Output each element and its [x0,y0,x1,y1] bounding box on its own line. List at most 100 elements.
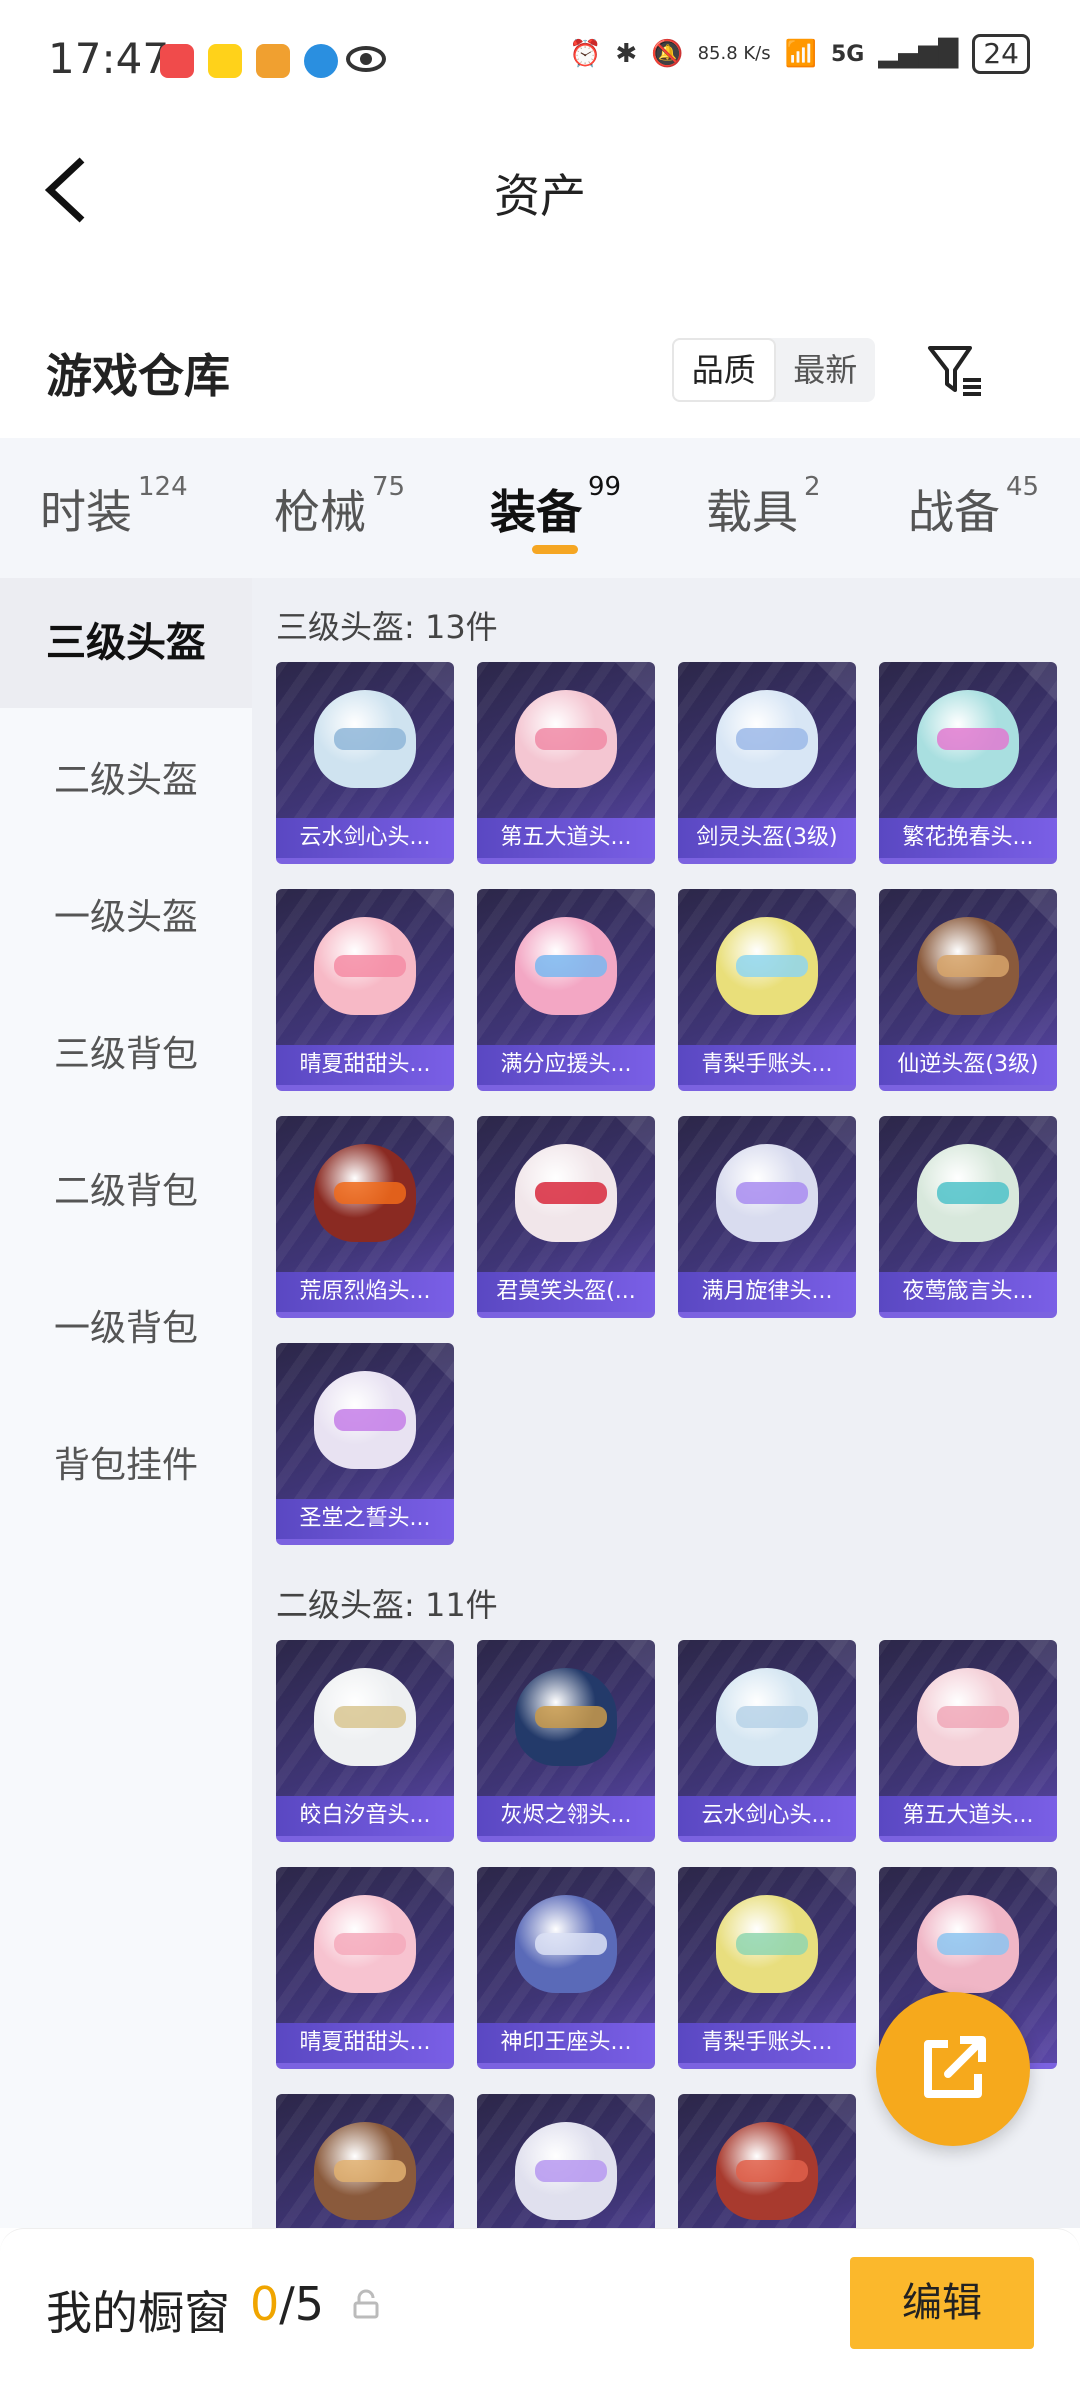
item-name: 青梨手账头... [678,1045,856,1085]
bottom-bar: 我的橱窗 0/5 编辑 [0,2228,1080,2383]
item-card[interactable] [477,2094,655,2228]
share-icon [924,2036,986,2098]
sort-toggle: 品质 最新 [672,338,875,402]
item-card[interactable]: 皎白汐音头... [276,1640,454,1842]
item-card[interactable]: 第五大道头... [879,1640,1057,1842]
item-grid-area: 三级头盔: 13件 云水剑心头... 第五大道头... 剑灵头盔(3级) 繁花挽春头.… [252,578,1080,2228]
status-time: 17:47 [48,34,170,83]
bluetooth-icon: ✱ [615,39,638,69]
item-card[interactable]: 夜莺箴言头... [879,1116,1057,1318]
sort-quality-option[interactable]: 品质 [672,338,776,402]
card-corner [816,662,856,702]
item-card[interactable]: 剑灵头盔(3级) [678,662,856,864]
section-title: 二级头盔: 11件 [276,1586,498,1624]
item-name: 荒原烈焰头... [276,1272,454,1312]
orange-app-icon [256,44,290,78]
alarm-icon: ⏰ [569,39,602,69]
item-card[interactable]: 青梨手账头... [678,889,856,1091]
item-card[interactable]: 灰烬之翎头... [477,1640,655,1842]
helmet-visor [736,955,808,977]
sidebar-item-level3-helmet[interactable]: 三级头盔 [0,578,252,708]
red-app-icon [160,44,194,78]
edit-button[interactable]: 编辑 [850,2257,1034,2349]
showcase-total: /5 [279,2277,325,2331]
tab-equipment[interactable]: 装备 99 [490,472,621,542]
item-card[interactable]: 青梨手账头... [678,1867,856,2069]
lock-icon [352,2289,380,2319]
helmet-visor [334,1409,406,1431]
item-card[interactable]: 繁花挽春头... [879,662,1057,864]
item-card[interactable]: 云水剑心头... [276,662,454,864]
sidebar-item-backpack-pendant[interactable]: 背包挂件 [0,1401,252,1531]
card-corner [414,889,454,929]
item-card[interactable] [678,2094,856,2228]
item-card[interactable]: 荒原烈焰头... [276,1116,454,1318]
helmet-visor [937,728,1009,750]
tab-vehicles[interactable]: 载具 2 [706,472,821,542]
tab-label: 装备 [490,485,582,539]
tab-count: 124 [138,472,188,502]
helmet-visor [535,2160,607,2182]
item-card[interactable] [276,2094,454,2228]
sidebar-item-level2-helmet[interactable]: 二级头盔 [0,716,252,846]
tab-guns[interactable]: 枪械 75 [274,472,405,542]
helmet-visor [937,1706,1009,1728]
showcase-count: 0/5 [250,2277,324,2331]
sidebar-item-level1-backpack[interactable]: 一级背包 [0,1264,252,1394]
tab-count: 99 [588,472,622,502]
sort-newest-option[interactable]: 最新 [776,338,876,402]
tab-label: 时装 [40,485,132,539]
item-card[interactable]: 满分应援头... [477,889,655,1091]
item-card[interactable]: 晴夏甜甜头... [276,1867,454,2069]
sidebar: 三级头盔 二级头盔 一级头盔 三级背包 二级背包 一级背包 背包挂件 [0,578,252,2228]
helmet-visor [937,955,1009,977]
card-corner [414,1116,454,1156]
item-card[interactable]: 云水剑心头... [678,1640,856,1842]
card-corner [414,2094,454,2134]
item-card[interactable]: 满月旋律头... [678,1116,856,1318]
helmet-visor [535,955,607,977]
tab-label: 战备 [908,485,1000,539]
network-type: 5G [831,41,865,67]
item-card[interactable]: 仙逆头盔(3级) [879,889,1057,1091]
card-corner [615,2094,655,2134]
sidebar-item-level2-backpack[interactable]: 二级背包 [0,1127,252,1257]
share-button[interactable] [876,1992,1030,2146]
item-card[interactable]: 圣堂之誓头... [276,1343,454,1545]
item-card[interactable]: 晴夏甜甜头... [276,889,454,1091]
helmet-visor [535,1706,607,1728]
helmet-visor [334,728,406,750]
item-card[interactable]: 第五大道头... [477,662,655,864]
helmet-visor [535,1933,607,1955]
category-tabs: 时装 124 枪械 75 装备 99 载具 2 战备 45 [0,438,1080,578]
card-corner [1017,889,1057,929]
helmet-visor [535,1182,607,1204]
item-name: 皎白汐音头... [276,1796,454,1836]
card-corner [1017,1640,1057,1680]
filter-button[interactable] [925,340,985,400]
card-corner [414,1640,454,1680]
helmet-visor [334,2160,406,2182]
sidebar-item-level3-backpack[interactable]: 三级背包 [0,990,252,1120]
card-corner [615,1116,655,1156]
item-name: 圣堂之誓头... [276,1499,454,1539]
helmet-visor [937,1933,1009,1955]
tab-fashion[interactable]: 时装 124 [40,472,188,542]
helmet-visor [736,1706,808,1728]
card-corner [615,1867,655,1907]
network-speed: 85.8 K/s [697,43,771,64]
item-name: 繁花挽春头... [879,818,1057,858]
item-name: 剑灵头盔(3级) [678,818,856,858]
item-name: 满分应援头... [477,1045,655,1085]
tab-count: 2 [804,472,821,502]
item-card[interactable]: 神印王座头... [477,1867,655,2069]
tab-count: 75 [372,472,406,502]
wifi-icon: 📶 [784,39,817,69]
tab-battle-prep[interactable]: 战备 45 [908,472,1039,542]
sidebar-item-level1-helmet[interactable]: 一级头盔 [0,853,252,983]
helmet-visor [736,1182,808,1204]
battery-icon: 24 [972,34,1030,74]
status-icons: ⏰ ✱ 🔕 85.8 K/s 📶 5G ▂▄▆█ 24 [569,34,1030,74]
item-card[interactable]: 君莫笑头盔(... [477,1116,655,1318]
item-name: 第五大道头... [879,1796,1057,1836]
